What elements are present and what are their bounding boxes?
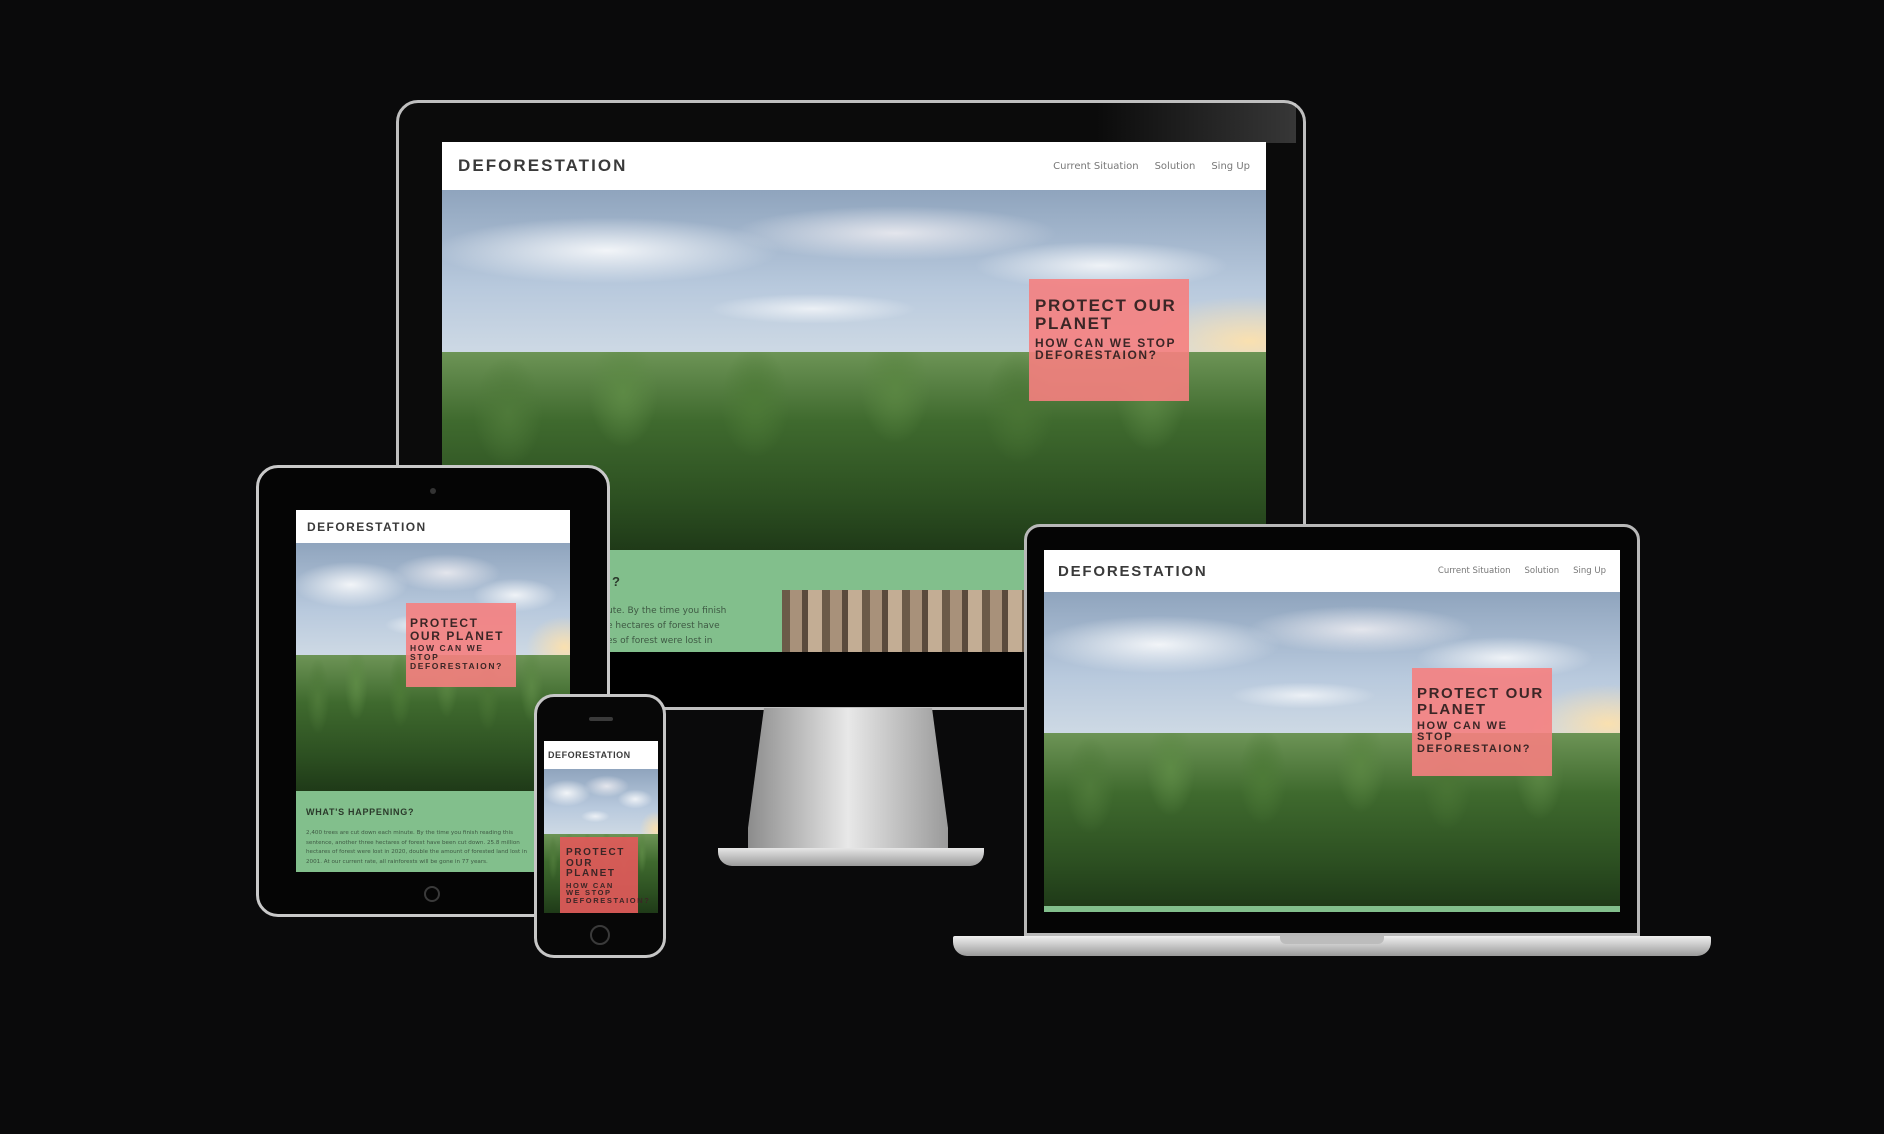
laptop-notch [1280, 936, 1384, 944]
laptop-hero-title: PROTECT OUR PLANET [1417, 685, 1544, 718]
tablet-hero-subtitle: HOW CAN WE STOP DEFORESTAION? [410, 643, 503, 672]
site-nav: Current Situation Solution Sing Up [1053, 161, 1250, 172]
nav-current-situation[interactable]: Current Situation [1053, 161, 1138, 172]
site-header: DEFORESTATION Current Situation Solution… [442, 142, 1266, 190]
laptop-screen: DEFORESTATION Current Situation Solution… [1044, 550, 1620, 912]
tablet-section-heading: WHAT'S HAPPENING? [306, 807, 415, 817]
site-logo[interactable]: DEFORESTATION [458, 156, 627, 176]
laptop-nav-solution[interactable]: Solution [1525, 566, 1560, 576]
laptop-device: DEFORESTATION Current Situation Solution… [953, 524, 1711, 956]
phone-hero-title: PROTECT OUR PLANET [566, 847, 625, 879]
laptop-hero-subtitle: HOW CAN WE STOP DEFORESTAION? [1417, 719, 1532, 755]
tablet-home-button[interactable] [424, 886, 440, 902]
monitor-stand [748, 708, 948, 858]
tablet-hero-image: PROTECT OUR PLANET HOW CAN WE STOP DEFOR… [296, 543, 570, 791]
tablet-site-header: DEFORESTATION [296, 510, 570, 543]
phone-speaker [589, 717, 613, 721]
section-heading-fragment: ? [612, 574, 620, 589]
laptop-nav-sign-up[interactable]: Sing Up [1573, 566, 1606, 576]
nav-solution[interactable]: Solution [1155, 161, 1196, 172]
tablet-whats-happening-section: WHAT'S HAPPENING? 2,400 trees are cut do… [296, 791, 570, 872]
hero-title: PROTECT OUR PLANET [1035, 296, 1177, 333]
phone-screen: DEFORESTATION PROTECT OUR PLANET HOW CAN… [544, 741, 658, 913]
phone-home-button[interactable] [590, 925, 610, 945]
laptop-nav-current-situation[interactable]: Current Situation [1438, 566, 1511, 576]
nav-sign-up[interactable]: Sing Up [1211, 161, 1250, 172]
tablet-camera [430, 488, 436, 494]
phone-hero-subtitle: HOW CAN WE STOP DEFORESTAION? [566, 880, 651, 906]
tablet-hero-cta-box: PROTECT OUR PLANET HOW CAN WE STOP DEFOR… [406, 603, 516, 687]
tablet-site-logo[interactable]: DEFORESTATION [307, 520, 427, 534]
laptop-hero-image: PROTECT OUR PLANET HOW CAN WE STOP DEFOR… [1044, 592, 1620, 906]
section-text-fragment: ute. By the time you finish e hectares o… [607, 606, 727, 646]
phone-hero-image: PROTECT OUR PLANET HOW CAN WE STOP DEFOR… [544, 769, 658, 913]
hero-subtitle: HOW CAN WE STOP DEFORESTAION? [1035, 335, 1176, 363]
tablet-screen: DEFORESTATION PROTECT OUR PLANET HOW CAN… [296, 510, 570, 872]
laptop-section-strip [1044, 906, 1620, 912]
laptop-site-logo[interactable]: DEFORESTATION [1058, 563, 1208, 580]
laptop-site-nav: Current Situation Solution Sing Up [1438, 566, 1606, 576]
hero-cta-box: PROTECT OUR PLANET HOW CAN WE STOP DEFOR… [1029, 279, 1189, 401]
tablet-hero-title: PROTECT OUR PLANET [410, 616, 504, 643]
phone-device: DEFORESTATION PROTECT OUR PLANET HOW CAN… [534, 694, 666, 958]
monitor-glare [1096, 103, 1296, 143]
phone-hero-cta-box: PROTECT OUR PLANET HOW CAN WE STOP DEFOR… [560, 837, 651, 913]
monitor-foot [718, 848, 984, 866]
phone-site-header: DEFORESTATION [544, 741, 658, 769]
phone-site-logo[interactable]: DEFORESTATION [548, 750, 631, 760]
tablet-section-text: 2,400 trees are cut down each minute. By… [306, 830, 528, 865]
laptop-site-header: DEFORESTATION Current Situation Solution… [1044, 550, 1620, 592]
laptop-hero-cta-box: PROTECT OUR PLANET HOW CAN WE STOP DEFOR… [1412, 668, 1552, 776]
